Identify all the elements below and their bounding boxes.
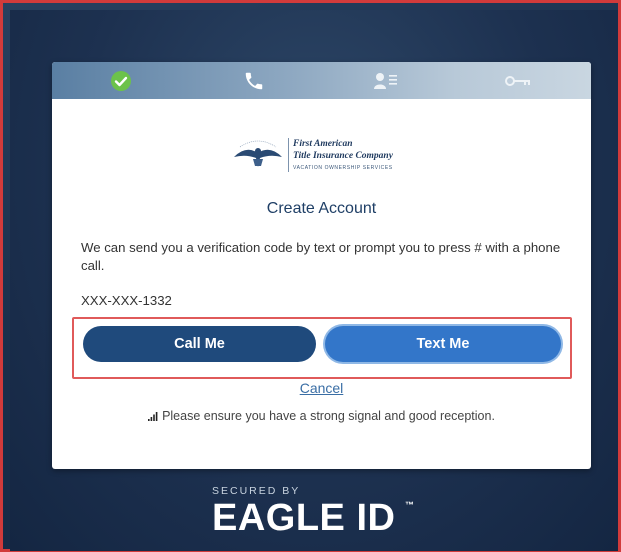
step-profile xyxy=(366,62,406,99)
step-verified xyxy=(101,62,141,99)
step-phone xyxy=(234,62,274,99)
logo-line-1: First American xyxy=(293,139,353,149)
step-password xyxy=(498,62,538,99)
check-circle-icon xyxy=(111,70,131,91)
call-me-button[interactable]: Call Me xyxy=(83,326,316,362)
key-icon xyxy=(505,75,530,86)
create-account-card: First American Title Insurance Company V… xyxy=(52,62,591,469)
progress-steps xyxy=(52,62,591,99)
id-card-icon xyxy=(374,72,397,89)
signal-notice-text: Please ensure you have a strong signal a… xyxy=(162,409,495,423)
signal-strength-icon xyxy=(148,412,158,421)
logo-line-2: Title Insurance Company xyxy=(293,151,393,161)
secured-by-label: SECURED BY xyxy=(212,485,301,497)
logo-divider xyxy=(288,138,289,172)
eagle-id-logo: EAGLE ID xyxy=(212,497,396,539)
eagle-seal-icon xyxy=(234,140,282,167)
text-me-button[interactable]: Text Me xyxy=(325,326,561,362)
trademark-mark: ™ xyxy=(405,500,414,510)
window-frame: First American Title Insurance Company V… xyxy=(0,0,621,552)
signal-notice: Please ensure you have a strong signal a… xyxy=(52,409,591,423)
page-title: Create Account xyxy=(266,200,377,217)
masked-phone-number: XXX-XXX-1332 xyxy=(81,293,172,308)
company-logo: First American Title Insurance Company V… xyxy=(230,137,420,177)
instructions-text: We can send you a verification code by t… xyxy=(81,240,561,273)
phone-icon xyxy=(245,72,263,89)
cancel-link[interactable]: Cancel xyxy=(52,380,591,396)
logo-line-3: VACATION OWNERSHIP SERVICES xyxy=(293,165,393,171)
